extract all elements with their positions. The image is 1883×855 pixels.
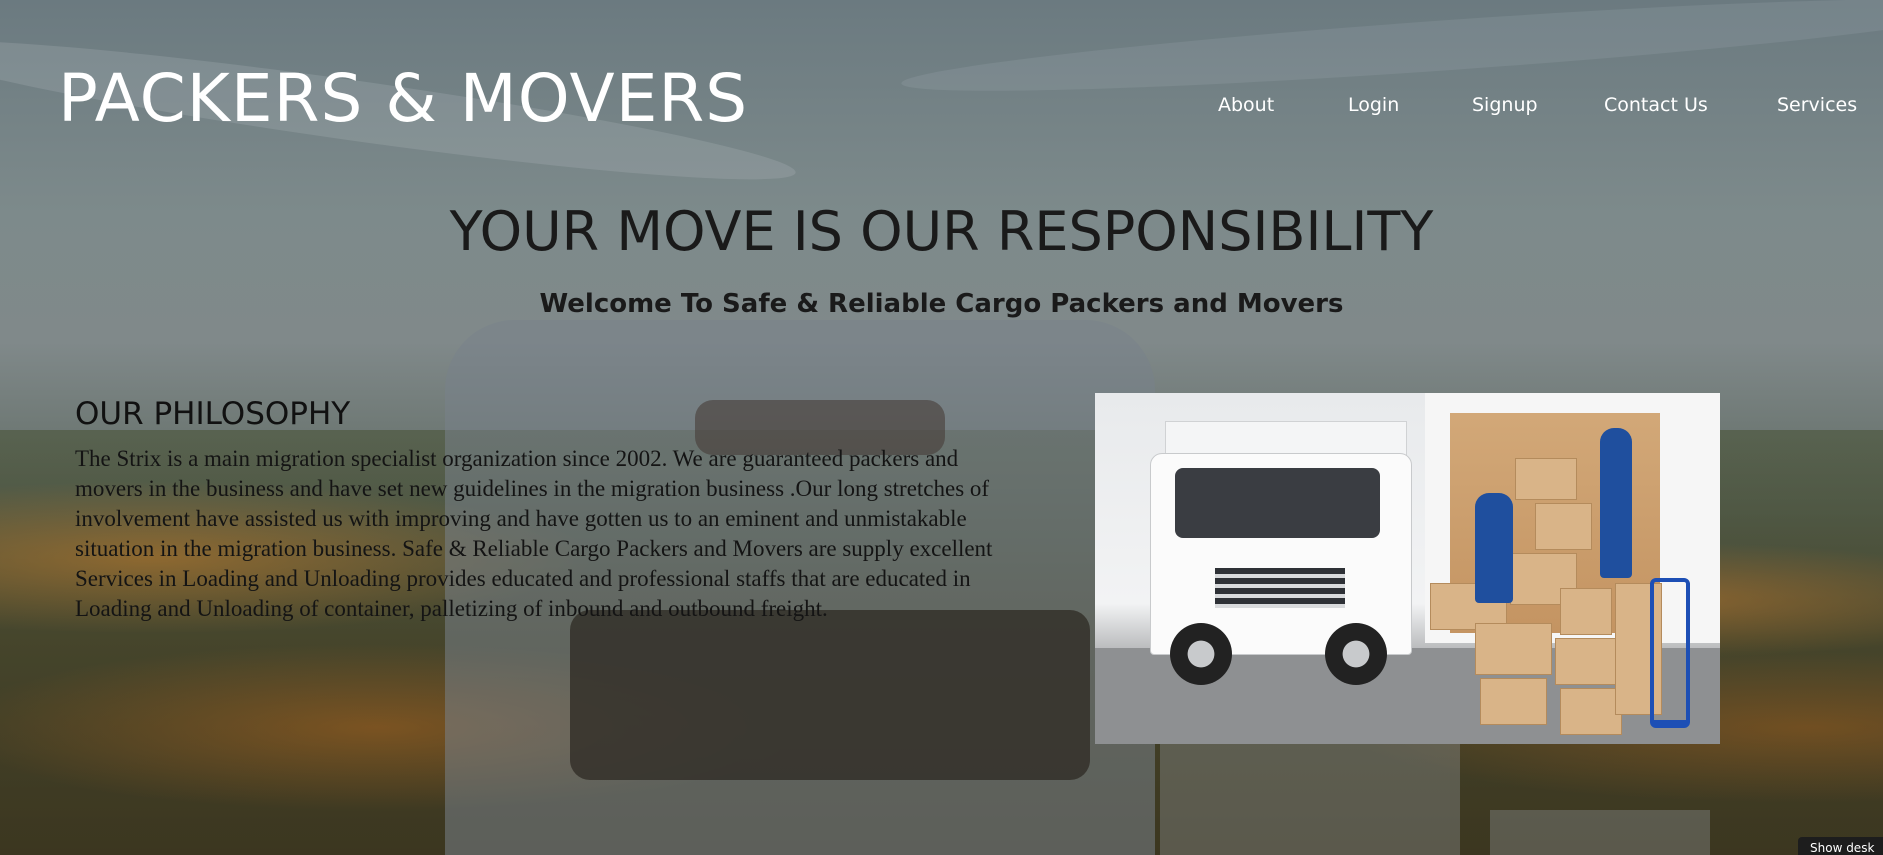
brand-logo[interactable]: PACKERS & MOVERS (58, 56, 748, 142)
photo-worker (1475, 493, 1513, 603)
nav-link-services[interactable]: Services (1777, 88, 1857, 122)
show-desktop-tab[interactable]: Show desk (1798, 837, 1883, 855)
photo-cardboard-box (1560, 588, 1612, 635)
philosophy-heading: OUR PHILOSOPHY (75, 396, 351, 432)
nav-link-about[interactable]: About (1218, 88, 1274, 122)
movers-truck-photo (1095, 393, 1720, 744)
photo-cardboard-box (1480, 678, 1547, 725)
nav-link-login[interactable]: Login (1348, 88, 1399, 122)
photo-truck-grille (1215, 568, 1345, 608)
background-truck-windshield (570, 610, 1090, 780)
photo-cardboard-box (1560, 688, 1622, 735)
hero-subtitle: Welcome To Safe & Reliable Cargo Packers… (539, 289, 1344, 319)
photo-truck-wheel (1170, 623, 1232, 685)
hero-title: YOUR MOVE IS OUR RESPONSIBILITY (449, 200, 1434, 263)
photo-cardboard-box (1555, 638, 1617, 685)
nav-link-signup[interactable]: Signup (1472, 88, 1538, 122)
photo-cardboard-box (1515, 458, 1577, 500)
main-nav: About Login Signup Contact Us Services (1190, 88, 1857, 122)
background-truck (1490, 810, 1710, 855)
page: PACKERS & MOVERS About Login Signup Cont… (0, 0, 1883, 855)
photo-worker (1600, 428, 1632, 578)
photo-truck-wheel (1325, 623, 1387, 685)
photo-hand-trolley (1650, 578, 1690, 728)
photo-cardboard-box (1475, 623, 1552, 675)
philosophy-paragraph: The Strix is a main migration specialist… (75, 446, 993, 621)
nav-link-contact-us[interactable]: Contact Us (1604, 88, 1708, 122)
photo-cardboard-box (1535, 503, 1592, 550)
photo-truck-windshield (1175, 468, 1380, 538)
